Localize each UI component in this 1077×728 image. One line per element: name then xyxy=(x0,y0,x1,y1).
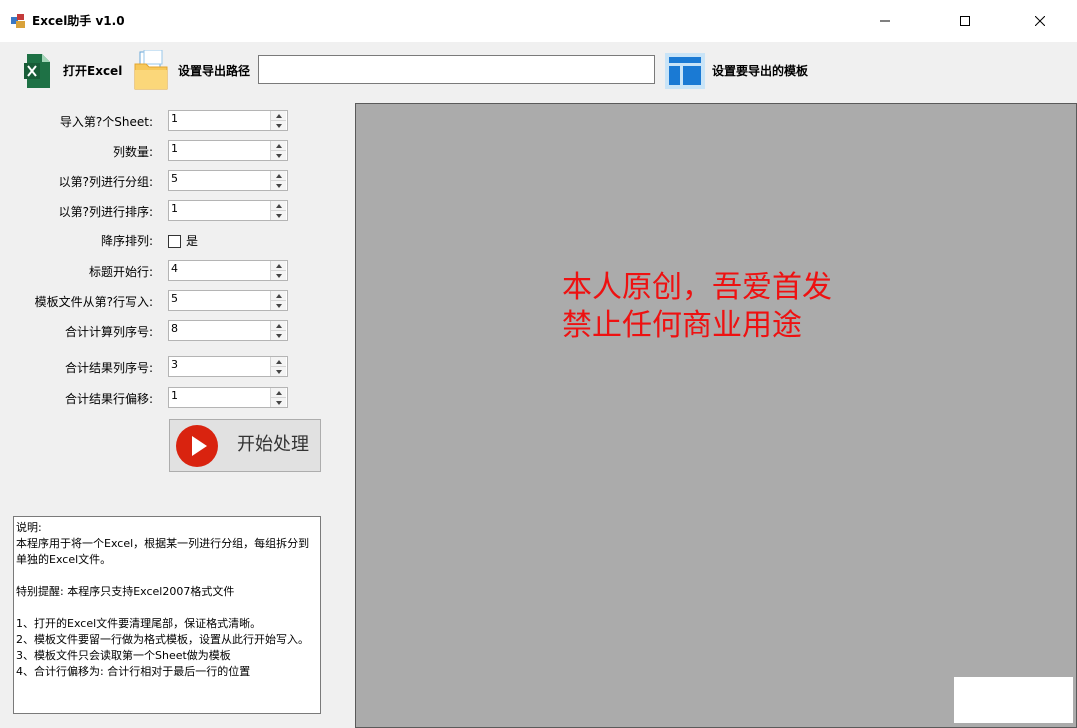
increment-button[interactable] xyxy=(271,201,286,211)
set-export-path-button[interactable]: 设置导出路径 xyxy=(178,63,250,79)
sort-column-label: 以第?列进行排序: xyxy=(58,205,153,219)
header-start-row-label: 标题开始行: xyxy=(88,265,153,279)
instructions-textbox[interactable]: 说明: 本程序用于将一个Excel，根据某一列进行分组，每组拆分到单独的Exce… xyxy=(13,516,321,714)
chevron-down-icon xyxy=(275,273,282,278)
chevron-up-icon xyxy=(275,143,282,148)
column-count-value[interactable]: 1 xyxy=(171,142,178,156)
template-layout-icon[interactable] xyxy=(665,53,705,89)
decrement-button[interactable] xyxy=(271,181,286,190)
chevron-down-icon xyxy=(275,369,282,374)
decrement-button[interactable] xyxy=(271,151,286,160)
descending-checkbox[interactable] xyxy=(168,235,181,248)
decrement-button[interactable] xyxy=(271,301,286,310)
sum-column-stepper[interactable]: 8 xyxy=(168,320,288,341)
sum-result-column-value[interactable]: 3 xyxy=(171,358,178,372)
chevron-up-icon xyxy=(275,293,282,298)
chevron-down-icon xyxy=(275,400,282,405)
minimize-button[interactable] xyxy=(862,0,908,42)
app-icon xyxy=(11,14,25,28)
watermark-line-2: 禁止任何商业用途 xyxy=(562,308,802,343)
template-write-row-value[interactable]: 5 xyxy=(171,292,178,306)
play-icon xyxy=(176,425,218,467)
minimize-icon xyxy=(880,20,890,22)
header-start-row-stepper[interactable]: 4 xyxy=(168,260,288,281)
increment-button[interactable] xyxy=(271,321,286,331)
increment-button[interactable] xyxy=(271,357,286,367)
decrement-button[interactable] xyxy=(271,331,286,340)
group-column-label: 以第?列进行分组: xyxy=(58,175,153,189)
window-title: Excel助手 v1.0 xyxy=(32,14,125,28)
watermark-line-1: 本人原创，吾爱首发 xyxy=(562,270,832,305)
increment-button[interactable] xyxy=(271,171,286,181)
sum-column-label: 合计计算列序号: xyxy=(64,325,153,339)
chevron-up-icon xyxy=(275,203,282,208)
title-bar: Excel助手 v1.0 xyxy=(0,0,1077,42)
increment-button[interactable] xyxy=(271,111,286,121)
preview-panel: 本人原创，吾爱首发 禁止任何商业用途 xyxy=(355,103,1077,728)
sheet-index-value[interactable]: 1 xyxy=(171,112,178,126)
maximize-icon xyxy=(960,16,970,26)
chevron-up-icon xyxy=(275,173,282,178)
decrement-button[interactable] xyxy=(271,211,286,220)
chevron-down-icon xyxy=(275,153,282,158)
header-start-row-value[interactable]: 4 xyxy=(171,262,178,276)
set-template-button[interactable]: 设置要导出的模板 xyxy=(712,63,808,79)
chevron-down-icon xyxy=(275,183,282,188)
increment-button[interactable] xyxy=(271,261,286,271)
increment-button[interactable] xyxy=(271,388,286,398)
close-icon xyxy=(1035,16,1045,26)
watermark-text: 本人原创，吾爱首发 禁止任何商业用途 xyxy=(562,269,832,345)
increment-button[interactable] xyxy=(271,141,286,151)
sheet-index-stepper[interactable]: 1 xyxy=(168,110,288,131)
group-column-value[interactable]: 5 xyxy=(171,172,178,186)
group-column-stepper[interactable]: 5 xyxy=(168,170,288,191)
sum-result-offset-label: 合计结果行偏移: xyxy=(64,392,153,406)
sum-result-column-stepper[interactable]: 3 xyxy=(168,356,288,377)
sum-result-offset-value[interactable]: 1 xyxy=(171,389,178,403)
sort-column-value[interactable]: 1 xyxy=(171,202,178,216)
toolbar: 打开Excel 设置导出路径 设置要导出的模板 xyxy=(0,42,1077,100)
template-write-row-label: 模板文件从第?行写入: xyxy=(34,295,153,309)
column-count-stepper[interactable]: 1 xyxy=(168,140,288,161)
sort-column-stepper[interactable]: 1 xyxy=(168,200,288,221)
column-count-label: 列数量: xyxy=(112,145,153,159)
open-excel-button[interactable]: 打开Excel xyxy=(63,63,122,79)
descending-checkbox-label[interactable]: 是 xyxy=(186,233,198,249)
chevron-down-icon xyxy=(275,213,282,218)
sum-result-column-label: 合计结果列序号: xyxy=(64,361,153,375)
chevron-up-icon xyxy=(275,113,282,118)
descending-label: 降序排列: xyxy=(100,234,153,248)
maximize-button[interactable] xyxy=(942,0,988,42)
start-processing-button[interactable]: 开始处理 xyxy=(169,419,321,472)
decrement-button[interactable] xyxy=(271,367,286,376)
template-write-row-stepper[interactable]: 5 xyxy=(168,290,288,311)
sum-column-value[interactable]: 8 xyxy=(171,322,178,336)
chevron-down-icon xyxy=(275,333,282,338)
folder-icon[interactable] xyxy=(134,50,168,90)
chevron-down-icon xyxy=(275,303,282,308)
decrement-button[interactable] xyxy=(271,271,286,280)
chevron-up-icon xyxy=(275,323,282,328)
decrement-button[interactable] xyxy=(271,398,286,407)
chevron-up-icon xyxy=(275,263,282,268)
blank-box xyxy=(954,677,1073,723)
excel-file-icon[interactable] xyxy=(24,54,50,88)
close-button[interactable] xyxy=(1017,0,1063,42)
sum-result-offset-stepper[interactable]: 1 xyxy=(168,387,288,408)
increment-button[interactable] xyxy=(271,291,286,301)
decrement-button[interactable] xyxy=(271,121,286,130)
chevron-up-icon xyxy=(275,359,282,364)
chevron-down-icon xyxy=(275,123,282,128)
start-processing-label: 开始处理 xyxy=(237,434,309,455)
export-path-input[interactable] xyxy=(258,55,655,84)
sheet-index-label: 导入第?个Sheet: xyxy=(59,115,153,129)
chevron-up-icon xyxy=(275,390,282,395)
